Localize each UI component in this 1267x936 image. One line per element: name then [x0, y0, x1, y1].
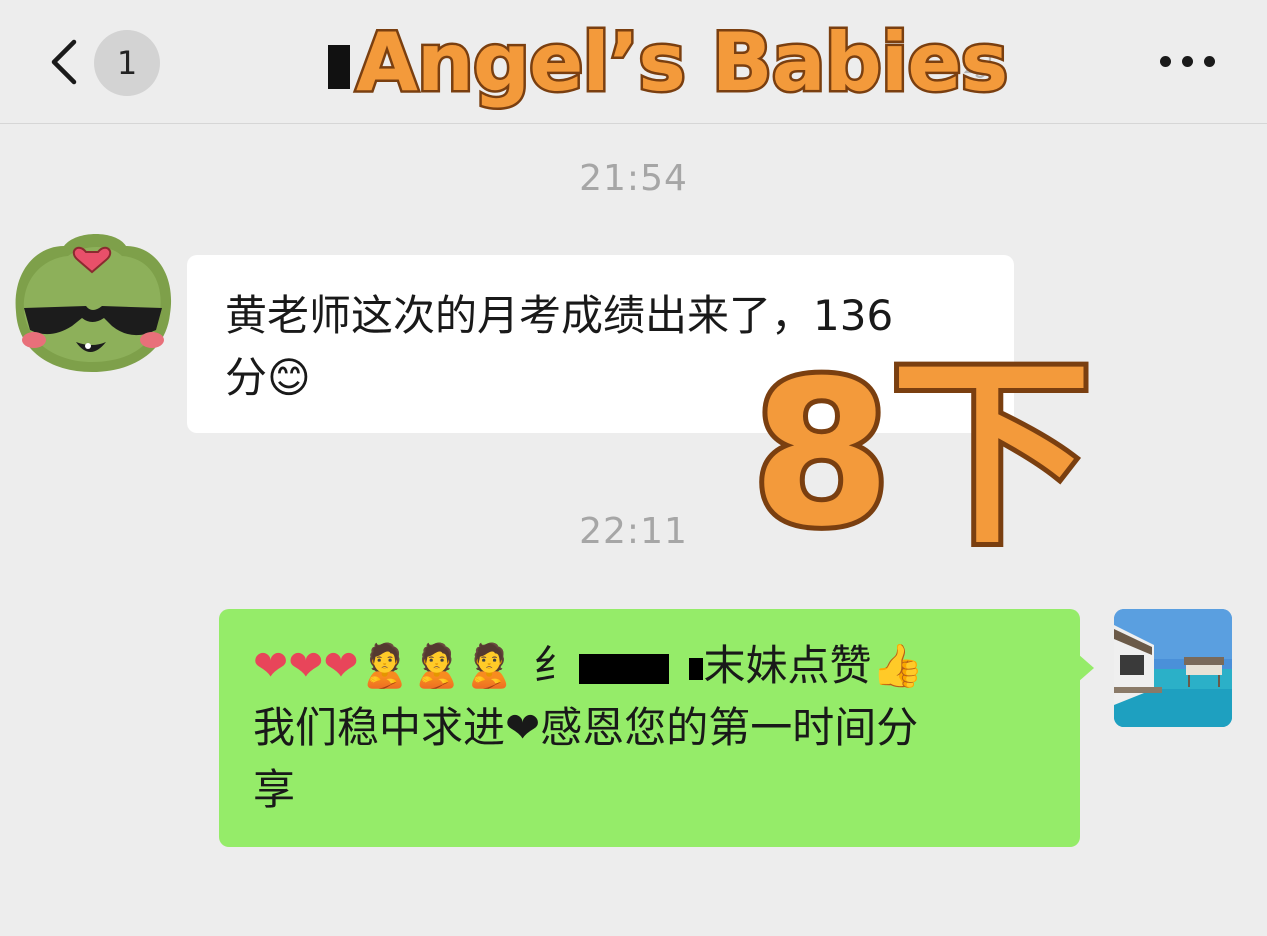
heart-emoji: ❤❤❤: [253, 641, 359, 690]
message-timestamp: 21:54: [579, 158, 688, 199]
sender-avatar[interactable]: [6, 222, 178, 374]
chat-header: 1 Angel’s Babies: [0, 0, 1267, 124]
outgoing-message-bubble[interactable]: ❤❤❤🙎🙎🙎 纟 末妹点赞👍 我们稳中求进❤感恩您的第一时间分 享: [219, 609, 1080, 847]
redaction-mark: [579, 653, 670, 684]
outgoing-message-text: ❤❤❤🙎🙎🙎 纟 末妹点赞👍 我们稳中求进❤感恩您的第一时间分 享: [253, 635, 1053, 821]
more-options-button[interactable]: [1156, 44, 1220, 78]
more-dots-icon: [1204, 56, 1215, 67]
bubble-tail: [1078, 654, 1094, 682]
outgoing-message-line: 我们稳中求进❤感恩您的第一时间分: [253, 703, 919, 752]
title-overlay-text: Angel’s Babies: [353, 14, 1010, 112]
chat-screen: 1 Angel’s Babies 21:54 黄老师这次的月考成绩出来了，136…: [0, 0, 1267, 936]
outgoing-text-fragment: 末妹点赞👍: [703, 641, 924, 690]
more-dots-icon: [1160, 56, 1171, 67]
more-dots-icon: [1182, 56, 1193, 67]
title-redaction: [328, 45, 350, 89]
outgoing-message-line: ❤❤❤🙎🙎🙎 纟 末妹点赞👍: [253, 635, 1053, 697]
message-timestamp: 22:11: [579, 511, 688, 552]
chat-title: Angel’s Babies: [320, 12, 1020, 112]
person-emoji: 🙎🙎🙎: [358, 641, 516, 690]
outgoing-text-fragment: 纟: [533, 641, 576, 690]
back-button[interactable]: 1: [40, 30, 170, 96]
redaction-mark: [689, 657, 704, 680]
unread-count-badge: 1: [94, 30, 160, 96]
chevron-left-icon: [51, 39, 77, 85]
user-avatar[interactable]: [1114, 609, 1232, 727]
outgoing-message-line: 享: [253, 765, 296, 814]
